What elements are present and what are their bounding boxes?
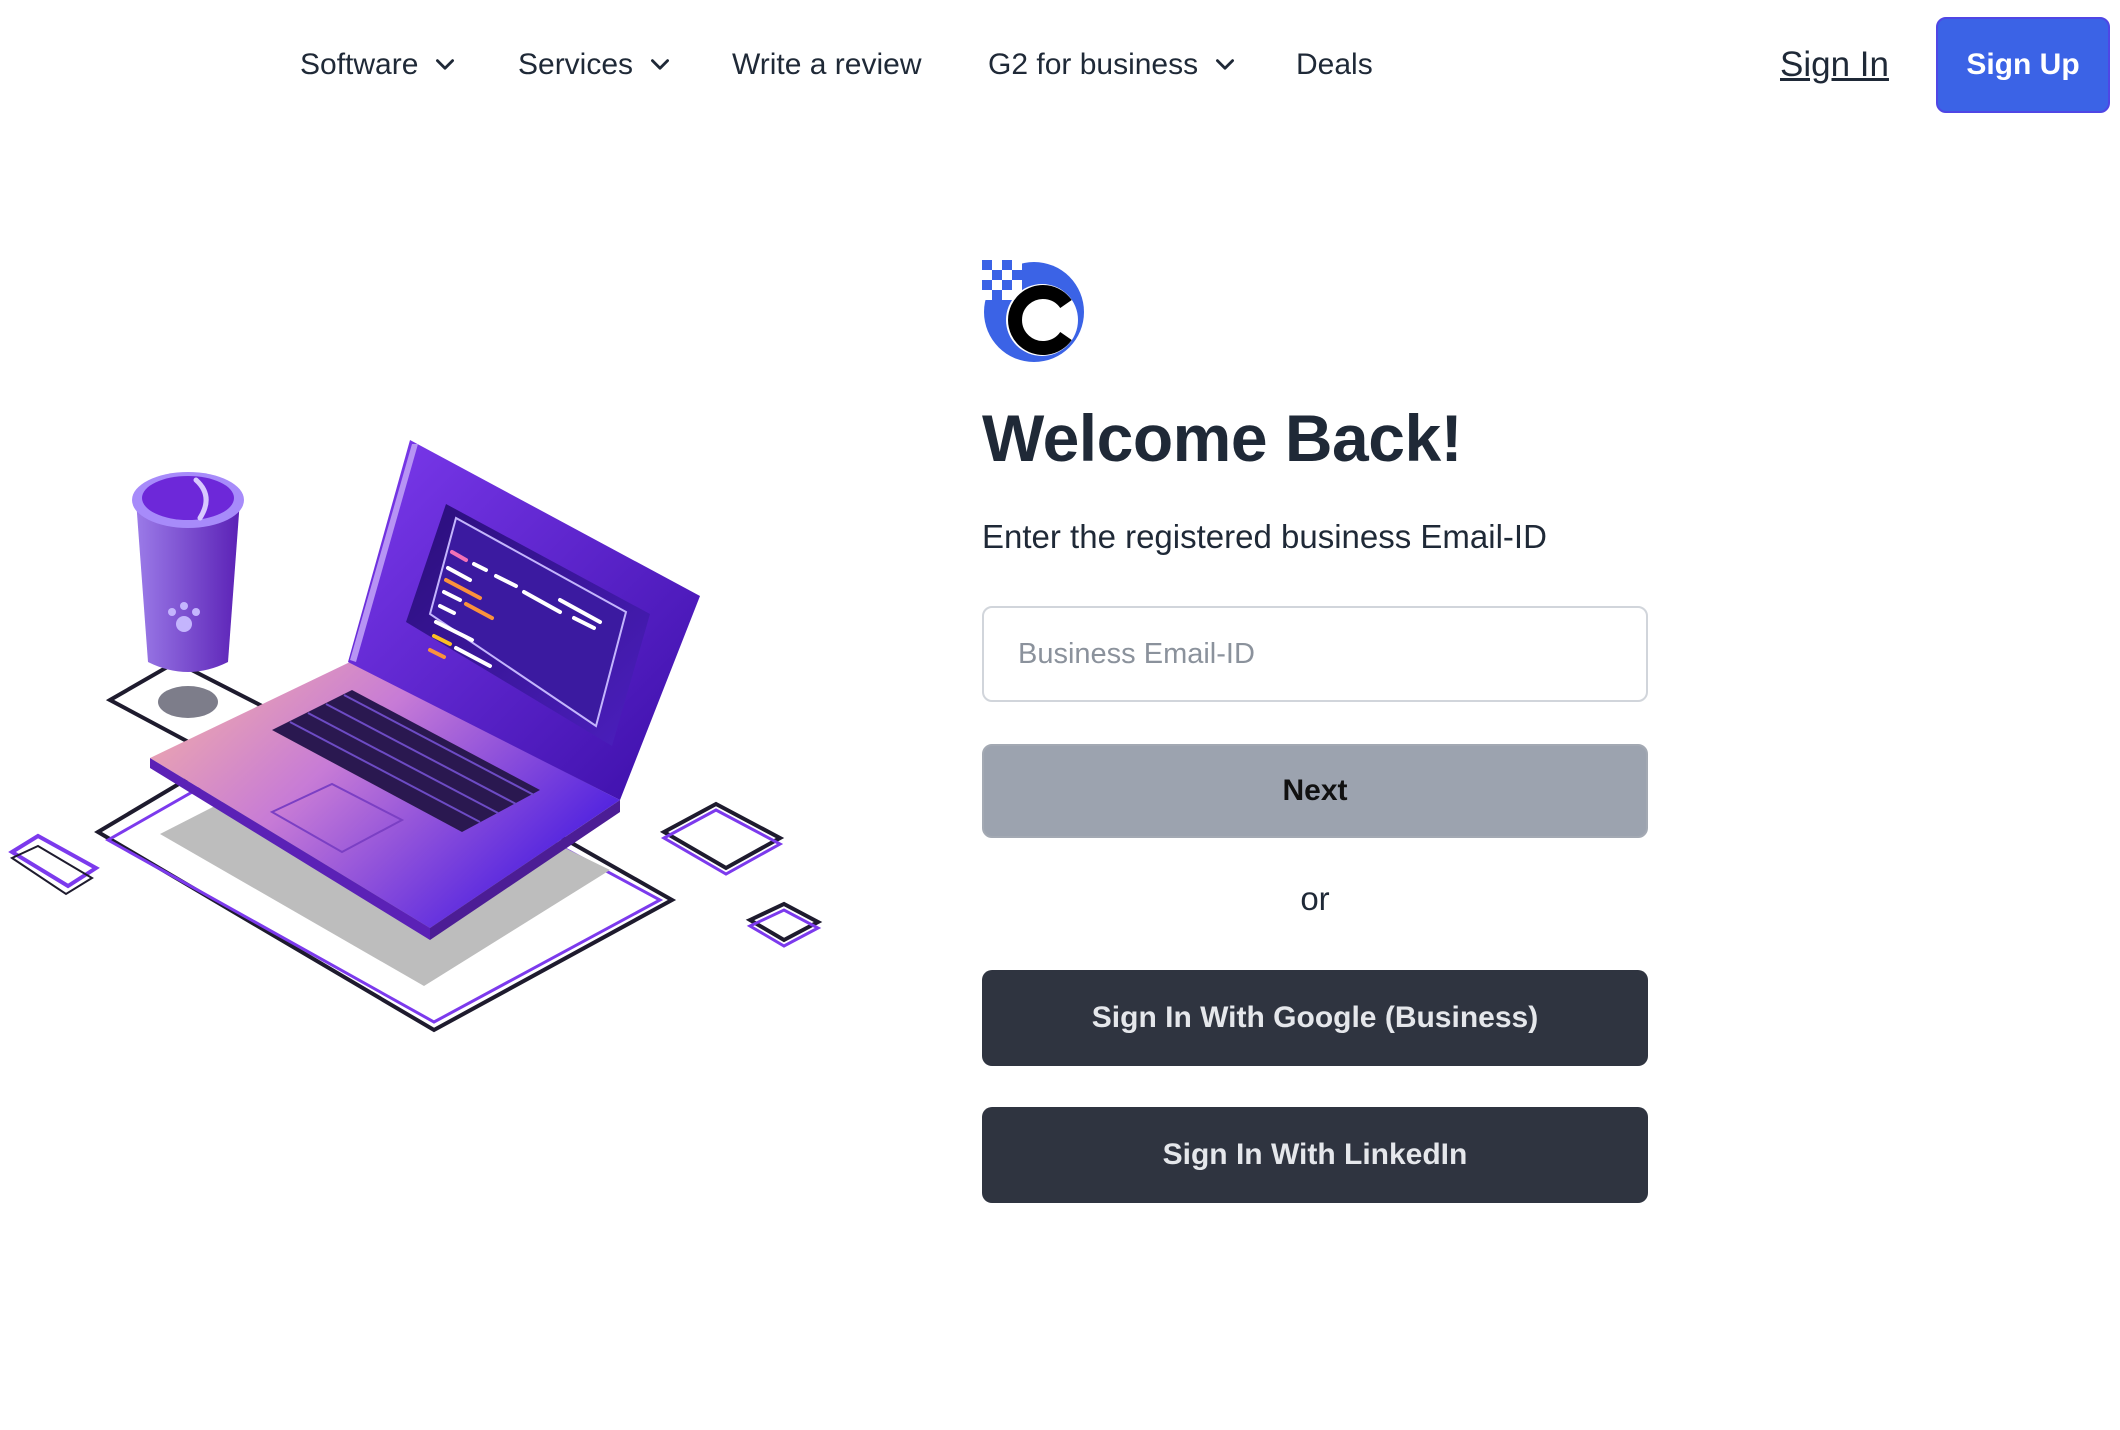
nav-deals[interactable]: Deals bbox=[1296, 42, 1373, 88]
nav-services-label: Services bbox=[518, 48, 634, 81]
sign-up-button[interactable]: Sign Up bbox=[1936, 17, 2110, 113]
sign-in-google-button[interactable]: Sign In With Google (Business) bbox=[982, 970, 1648, 1066]
laptop-illustration bbox=[0, 400, 840, 1060]
nav-g2-business-label: G2 for business bbox=[988, 48, 1199, 81]
chevron-down-icon bbox=[1212, 52, 1238, 78]
nav-write-review-label: Write a review bbox=[732, 48, 922, 81]
nav-software[interactable]: Software bbox=[300, 42, 458, 88]
nav-write-review[interactable]: Write a review bbox=[732, 42, 922, 88]
nav-deals-label: Deals bbox=[1296, 48, 1373, 81]
sign-in-link[interactable]: Sign In bbox=[1780, 40, 1889, 90]
nav-software-label: Software bbox=[300, 48, 419, 81]
or-divider: or bbox=[1300, 880, 1330, 917]
brand-logo bbox=[982, 260, 1086, 364]
chevron-down-icon bbox=[647, 52, 673, 78]
nav-g2-for-business[interactable]: G2 for business bbox=[988, 42, 1238, 88]
next-button[interactable]: Next bbox=[982, 744, 1648, 838]
chevron-down-icon bbox=[432, 52, 458, 78]
business-email-input[interactable] bbox=[982, 606, 1648, 702]
top-nav: Software Services Write a review G2 for … bbox=[0, 0, 2120, 130]
page-title: Welcome Back! bbox=[982, 401, 1463, 475]
nav-services[interactable]: Services bbox=[518, 42, 673, 88]
login-page: Software Services Write a review G2 for … bbox=[0, 0, 2120, 1430]
sign-in-linkedin-button[interactable]: Sign In With LinkedIn bbox=[982, 1107, 1648, 1203]
email-instruction: Enter the registered business Email-ID bbox=[982, 518, 1547, 555]
